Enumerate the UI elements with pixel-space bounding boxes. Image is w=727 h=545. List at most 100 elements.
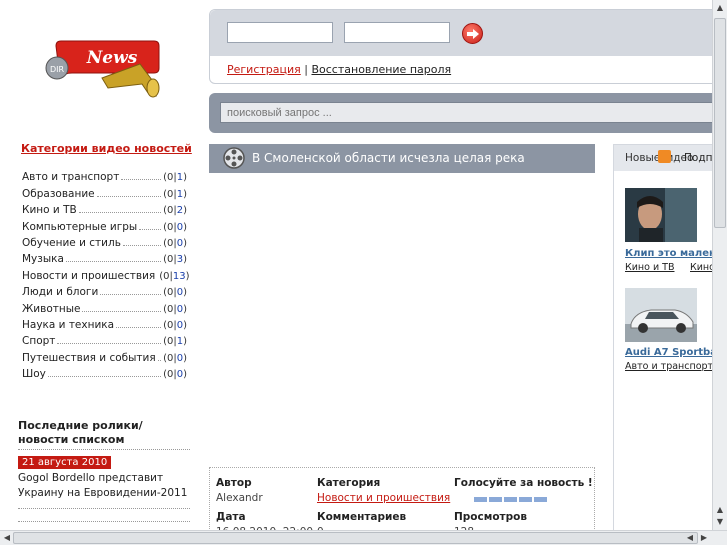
- new-videos-panel: Новыевидео Подп Клип это маленьк Кино и …: [613, 144, 727, 545]
- categories-title[interactable]: Категории видео новостей: [21, 142, 192, 155]
- login-submit-button[interactable]: [462, 23, 483, 44]
- category-count: (0|0): [163, 369, 187, 381]
- rating-star[interactable]: [534, 497, 547, 502]
- category-count: (0|0): [163, 352, 187, 364]
- scroll-down-icon[interactable]: ▼: [715, 517, 725, 527]
- category-label[interactable]: Люди и блоги: [22, 286, 98, 298]
- login-panel: Регистрация | Восстановление пароля: [209, 9, 727, 84]
- arrow-right-icon: [467, 29, 479, 39]
- latest-divider: [18, 508, 190, 509]
- logo-badge: DIR: [50, 65, 65, 74]
- dot-leader: [57, 343, 162, 345]
- category-item[interactable]: Новости и проишествия (0|13): [22, 265, 190, 282]
- category-item[interactable]: Авто и транспорт (0|1): [22, 167, 187, 183]
- rating-star[interactable]: [504, 497, 517, 502]
- latest-divider: [18, 521, 190, 522]
- categories-list: Авто и транспорт (0|1) Образование (0|1) Кин…: [22, 167, 190, 380]
- category-item[interactable]: Спорт (0|1): [22, 331, 187, 347]
- site-logo[interactable]: DIR News: [42, 38, 167, 100]
- author-label: Автор: [216, 477, 252, 489]
- dot-leader: [100, 294, 162, 296]
- rss-icon[interactable]: [658, 150, 671, 163]
- dot-leader: [122, 244, 162, 246]
- latest-news-link[interactable]: Gogol Bordello представит Украину на Евр…: [18, 471, 193, 501]
- scroll-up-icon[interactable]: ▲: [715, 3, 725, 13]
- video-title: В Смоленской области исчезла целая река: [252, 151, 525, 165]
- category-item[interactable]: Образование (0|1): [22, 183, 187, 200]
- category-label[interactable]: Образование: [22, 188, 95, 200]
- rating-star[interactable]: [474, 497, 487, 502]
- search-input[interactable]: [220, 102, 720, 123]
- scroll-left-icon[interactable]: ◀: [2, 533, 12, 543]
- horizontal-scroll-thumb[interactable]: [13, 532, 698, 544]
- video-thumbnail[interactable]: [625, 188, 697, 242]
- category-label[interactable]: Спорт: [22, 335, 55, 347]
- category-item[interactable]: Компьютерные игры (0|0): [22, 216, 187, 233]
- category-item[interactable]: Музыка (0|3): [22, 249, 187, 265]
- vertical-scroll-thumb[interactable]: [714, 18, 726, 228]
- category-label[interactable]: Шоу: [22, 368, 46, 380]
- category-label[interactable]: Обучение и стиль: [22, 237, 121, 249]
- category-count: (0|0): [163, 237, 187, 249]
- category-link[interactable]: Новости и проишествия: [317, 492, 450, 504]
- category-item[interactable]: Обучение и стиль (0|0): [22, 233, 187, 249]
- video-header: В Смоленской области исчезла целая река: [209, 144, 595, 173]
- category-label[interactable]: Кино и ТВ: [22, 204, 77, 216]
- logo-text: News: [86, 48, 138, 68]
- subscribe-link[interactable]: Подп: [684, 152, 712, 164]
- category-label: Категория: [317, 477, 381, 489]
- views-label: Просмотров: [454, 511, 527, 523]
- scroll-up-icon[interactable]: ▲: [715, 505, 725, 515]
- new-videos-header: Новыевидео Подп: [614, 145, 727, 171]
- dot-leader: [82, 310, 162, 312]
- category-count: (0|1): [163, 172, 187, 184]
- author-value: Alexandr: [216, 492, 263, 504]
- category-count: (0|0): [163, 303, 187, 315]
- category-item[interactable]: Кино и ТВ (0|2): [22, 200, 187, 216]
- dot-leader: [96, 195, 162, 197]
- scroll-right-icon[interactable]: ▶: [699, 533, 709, 543]
- vertical-scrollbar[interactable]: ▲ ▲ ▼: [712, 0, 727, 530]
- dot-leader: [121, 179, 162, 181]
- horizontal-scrollbar[interactable]: ◀ ◀ ▶: [0, 530, 727, 545]
- category-label[interactable]: Животные: [22, 303, 80, 315]
- category-label[interactable]: Новости и проишествия: [22, 270, 155, 282]
- latest-date-badge: 21 августа 2010: [18, 456, 112, 469]
- category-count: (0|1): [163, 188, 187, 200]
- dot-leader: [47, 376, 162, 378]
- register-link[interactable]: Регистрация: [227, 63, 301, 76]
- film-reel-icon: [223, 147, 245, 169]
- category-item[interactable]: Животные (0|0): [22, 298, 187, 315]
- category-item[interactable]: Наука и техника (0|0): [22, 315, 187, 331]
- category-label[interactable]: Компьютерные игры: [22, 221, 137, 233]
- username-input[interactable]: [227, 22, 333, 43]
- rating-star[interactable]: [519, 497, 532, 502]
- rating-star[interactable]: [489, 497, 502, 502]
- search-panel: [209, 93, 727, 133]
- scroll-left-icon[interactable]: ◀: [685, 533, 695, 543]
- vote-label: Голосуйте за новость !: [454, 477, 593, 489]
- rating-stars[interactable]: [474, 497, 547, 502]
- dot-leader: [157, 359, 162, 361]
- restore-password-link[interactable]: Восстановление пароля: [311, 63, 451, 76]
- category-label[interactable]: Наука и техника: [22, 319, 114, 331]
- video-thumbnail[interactable]: [625, 288, 697, 342]
- password-input[interactable]: [344, 22, 450, 43]
- video-category-link[interactable]: Кино и ТВ: [625, 262, 674, 273]
- login-bar: [210, 10, 726, 56]
- dot-leader: [139, 228, 162, 230]
- category-item[interactable]: Шоу (0|0): [22, 364, 187, 380]
- category-count: (0|2): [163, 205, 187, 217]
- latest-list-title: Последние ролики/новости списком: [18, 419, 190, 450]
- category-label[interactable]: Музыка: [22, 253, 64, 265]
- category-label[interactable]: Авто и транспорт: [22, 171, 119, 183]
- video-category-link[interactable]: Авто и транспорт: [625, 361, 713, 372]
- comments-label: Комментариев: [317, 511, 407, 523]
- category-count: (0|0): [163, 287, 187, 299]
- category-item[interactable]: Люди и блоги (0|0): [22, 282, 187, 298]
- category-item[interactable]: Путешествия и события (0|0): [22, 347, 187, 364]
- category-count: (0|0): [163, 221, 187, 233]
- category-count: (0|1): [163, 336, 187, 348]
- dot-leader: [65, 261, 162, 263]
- category-label[interactable]: Путешествия и события: [22, 352, 156, 364]
